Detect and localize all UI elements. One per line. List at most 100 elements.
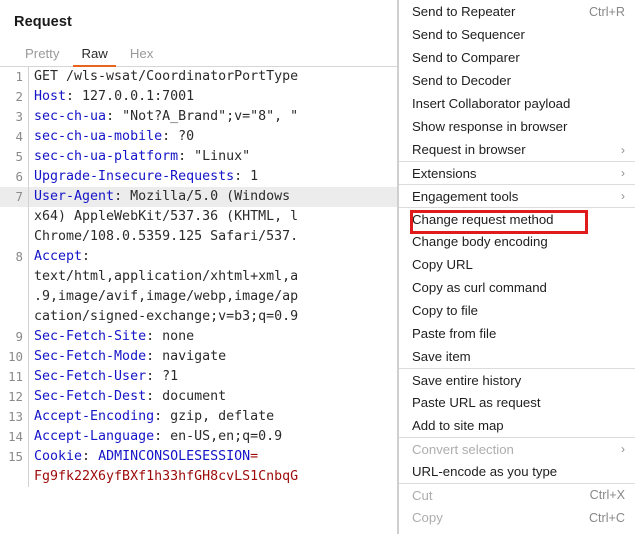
request-line: cation/signed-exchange;v=b3;q=0.9 [0, 307, 398, 327]
code-span: : navigate [146, 349, 227, 364]
request-line: 3 sec-ch-ua: "Not?A_Brand";v="8", " [0, 107, 398, 127]
menu-item-send-to-repeater[interactable]: Send to Repeater Ctrl+R [399, 0, 635, 23]
menu-item-add-to-site-map[interactable]: Add to site map [399, 414, 635, 437]
menu-item-shortcut: Ctrl+X [589, 488, 625, 502]
menu-item-engagement-tools[interactable]: Engagement tools › [399, 184, 635, 207]
menu-item-label: Change body encoding [412, 234, 548, 249]
request-line: Fg9fk22X6yfBXf1h33hfGH8cvLS1CnbqG [0, 467, 398, 487]
tab-raw[interactable]: Raw [70, 46, 118, 67]
menu-item-save-item[interactable]: Save item [399, 345, 635, 368]
request-line-text: User-Agent: Mozilla/5.0 (Windows [29, 187, 398, 207]
request-line: 9 Sec-Fetch-Site: none [0, 327, 398, 347]
request-line: 6 Upgrade-Insecure-Requests: 1 [0, 167, 398, 187]
request-line-text: text/html,application/xhtml+xml,a [29, 267, 398, 287]
tab-hex[interactable]: Hex [119, 46, 164, 66]
chevron-right-icon: › [621, 142, 625, 157]
request-line: Chrome/108.0.5359.125 Safari/537. [0, 227, 398, 247]
code-span: : en-US,en;q=0.9 [154, 429, 283, 444]
line-number: 6 [15, 169, 23, 184]
request-line-text: Accept-Encoding: gzip, deflate [29, 407, 398, 427]
menu-item-label: Change request method [412, 211, 554, 227]
request-line: 12 Sec-Fetch-Dest: document [0, 387, 398, 407]
menu-item-save-entire-history[interactable]: Save entire history [399, 368, 635, 391]
code-span: Cookie [34, 449, 83, 464]
menu-item-label: Request in browser [412, 142, 526, 157]
chevron-right-icon: › [621, 442, 625, 456]
code-span: : none [146, 329, 195, 344]
request-line: x64) AppleWebKit/537.36 (KHTML, l [0, 207, 398, 227]
chevron-right-icon: › [621, 166, 625, 180]
code-span: : "Not?A_Brand";v="8", " [106, 109, 299, 124]
menu-item-copy-as-curl-command[interactable]: Copy as curl command [399, 276, 635, 299]
line-number: 3 [15, 109, 23, 124]
request-code-area[interactable]: 1 GET /wls-wsat/CoordinatorPortType 2 Host:… [0, 67, 398, 534]
code-span: Sec-Fetch-Dest [34, 389, 147, 404]
menu-item-request-in-browser[interactable]: Request in browser › [399, 138, 635, 161]
line-number: 4 [15, 129, 23, 144]
tab-pretty[interactable]: Pretty [14, 46, 70, 66]
code-span: sec-ch-ua-platform [34, 149, 179, 164]
code-span: Accept-Encoding [34, 409, 155, 424]
menu-item-shortcut: Ctrl+C [588, 510, 625, 525]
menu-item-copy-url[interactable]: Copy URL [399, 253, 635, 276]
request-line-text: cation/signed-exchange;v=b3;q=0.9 [29, 307, 398, 327]
code-span: : ?1 [146, 369, 179, 384]
request-view-tabs: Pretty Raw Hex [0, 41, 398, 67]
code-span: ADMINCONSOLESESSION [98, 449, 251, 464]
code-span: Accept [34, 249, 83, 264]
app-root: Request Pretty Raw Hex 1 GET /wls-wsat/Coor… [0, 0, 635, 534]
menu-item-label: Save entire history [412, 372, 522, 388]
menu-item-label: Add to site map [412, 418, 504, 433]
code-span: cation/signed-exchange;v=b3;q=0.9 [34, 309, 299, 324]
menu-item-label: Convert selection [412, 441, 514, 457]
request-line: 5 sec-ch-ua-platform: "Linux" [0, 147, 398, 167]
menu-item-label: Copy [412, 510, 443, 525]
menu-item-insert-collaborator-payload[interactable]: Insert Collaborator payload [399, 92, 635, 115]
request-line-text: Cookie: ADMINCONSOLESESSION= [29, 447, 398, 467]
code-span: Host [34, 89, 67, 104]
request-line: 2 Host: 127.0.0.1:7001 [0, 87, 398, 107]
request-line: text/html,application/xhtml+xml,a [0, 267, 398, 287]
request-line-text: Accept: [29, 247, 398, 267]
request-line-text: Chrome/108.0.5359.125 Safari/537. [29, 227, 398, 247]
code-span: Accept-Language [34, 429, 155, 444]
menu-item-send-to-decoder[interactable]: Send to Decoder [399, 69, 635, 92]
menu-item-paste-from-file[interactable]: Paste from file [399, 322, 635, 345]
code-span: : 1 [234, 169, 259, 184]
line-number: 7 [15, 189, 23, 204]
menu-item-label: Copy URL [412, 257, 473, 272]
request-line-text: Accept-Language: en-US,en;q=0.9 [29, 427, 398, 447]
code-span: : "Linux" [178, 149, 251, 164]
request-line-text: sec-ch-ua-platform: "Linux" [29, 147, 398, 167]
menu-item-send-to-comparer[interactable]: Send to Comparer [399, 46, 635, 69]
code-span: : [82, 249, 91, 264]
request-line-text: Fg9fk22X6yfBXf1h33hfGH8cvLS1CnbqG [29, 467, 398, 487]
menu-item-change-request-method[interactable]: Change request method [399, 207, 635, 230]
menu-item-extensions[interactable]: Extensions › [399, 161, 635, 184]
menu-item-paste-url-as-request[interactable]: Paste URL as request [399, 391, 635, 414]
request-line: 7 User-Agent: Mozilla/5.0 (Windows [0, 187, 398, 207]
context-menu: Send to Repeater Ctrl+R Send to Sequencer S… [398, 0, 635, 534]
menu-item-change-body-encoding[interactable]: Change body encoding [399, 230, 635, 253]
menu-item-label: Paste URL as request [412, 395, 541, 410]
code-span: : ?0 [162, 129, 195, 144]
request-line-text: x64) AppleWebKit/537.36 (KHTML, l [29, 207, 398, 227]
request-panel: Request Pretty Raw Hex 1 GET /wls-wsat/Coor… [0, 0, 398, 534]
menu-item-label: Insert Collaborator payload [412, 96, 571, 111]
menu-item-send-to-sequencer[interactable]: Send to Sequencer [399, 23, 635, 46]
menu-item-url-encode-as-you-type[interactable]: URL-encode as you type [399, 460, 635, 483]
menu-item-label: Save item [412, 349, 471, 364]
code-span: Sec-Fetch-Site [34, 329, 147, 344]
menu-item-label: Send to Comparer [412, 50, 520, 65]
request-line: 13 Accept-Encoding: gzip, deflate [0, 407, 398, 427]
menu-item-copy-to-file[interactable]: Copy to file [399, 299, 635, 322]
line-number: 2 [15, 89, 23, 104]
code-span: User-Agent [34, 189, 115, 204]
menu-item-shortcut: Ctrl+R [588, 4, 625, 19]
menu-item-copy: Copy Ctrl+C [399, 506, 635, 529]
code-span: sec-ch-ua-mobile [34, 129, 163, 144]
line-number: 5 [15, 149, 23, 164]
code-span: : [82, 449, 99, 464]
code-span: Fg9fk22X6yfBXf1h33hfGH8cvLS1CnbqG [34, 469, 299, 484]
menu-item-show-response-in-browser[interactable]: Show response in browser [399, 115, 635, 138]
